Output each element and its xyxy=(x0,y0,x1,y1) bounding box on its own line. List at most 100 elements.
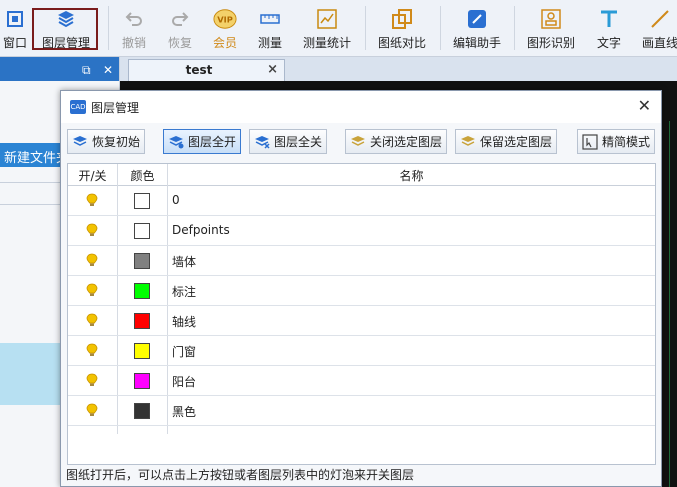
close-icon[interactable]: ✕ xyxy=(103,63,113,77)
toolbar-separator xyxy=(440,6,441,50)
undo-button[interactable]: 撤销 xyxy=(118,4,150,54)
layer-color-swatch[interactable] xyxy=(134,223,150,239)
vip-icon-text: VIP xyxy=(217,15,233,25)
all-layers-off-button[interactable]: 图层全关 xyxy=(249,129,327,154)
keep-selected-layers-label: 保留选定图层 xyxy=(479,135,552,149)
edit-assistant-button[interactable]: 编辑助手 xyxy=(450,4,504,54)
undo-icon xyxy=(122,7,146,31)
lightbulb-icon[interactable] xyxy=(86,313,98,327)
lightbulb-icon[interactable] xyxy=(86,193,98,207)
lightbulb-icon[interactable] xyxy=(86,283,98,297)
toolbar-separator xyxy=(365,6,366,50)
layer-name: 轴线 xyxy=(172,315,197,329)
table-row[interactable]: Defpoints xyxy=(68,216,655,246)
column-color: 颜色 xyxy=(130,169,155,183)
close-selected-layers-button[interactable]: 关闭选定图层 xyxy=(345,129,447,154)
window-icon xyxy=(3,7,27,31)
simple-mode-icon xyxy=(582,133,599,150)
tab-title: test xyxy=(185,63,213,77)
window-button[interactable]: 窗口 xyxy=(0,4,30,54)
restore-default-button[interactable]: 恢复初始 xyxy=(67,129,145,154)
compare-button[interactable]: 图纸对比 xyxy=(375,4,429,54)
vip-icon: VIP xyxy=(213,7,237,31)
text-icon xyxy=(597,7,621,31)
vip-label: 会员 xyxy=(212,36,237,50)
text-button[interactable]: 文字 xyxy=(593,4,625,54)
layer-color-swatch[interactable] xyxy=(134,373,150,389)
keep-selected-layers-button[interactable]: 保留选定图层 xyxy=(455,129,557,154)
layer-color-swatch[interactable] xyxy=(134,253,150,269)
layers-close-icon xyxy=(350,134,367,150)
table-row[interactable]: 轴线 xyxy=(68,306,655,336)
layer-name: 墙体 xyxy=(172,255,197,269)
layers-off-icon xyxy=(254,134,271,150)
app-icon: CAD xyxy=(70,100,86,114)
dialog-titlebar: CAD 图层管理 ✕ xyxy=(61,91,661,123)
lightbulb-icon[interactable] xyxy=(86,223,98,237)
document-tab-bar: test × xyxy=(120,57,677,81)
toolbar-separator xyxy=(108,6,109,50)
layer-name: Defpoints xyxy=(172,223,230,237)
table-row[interactable]: 标注 xyxy=(68,276,655,306)
edit-assistant-icon xyxy=(465,7,489,31)
table-row[interactable]: 墙体 xyxy=(68,246,655,276)
layer-manager-label: 图层管理 xyxy=(41,36,90,50)
measure-stats-button[interactable]: 测量统计 xyxy=(300,4,354,54)
main-toolbar: 窗口 图层管理 撤销 恢复 VIP 会员 测量 测量统计 图纸对比 编辑助手 图… xyxy=(0,0,677,57)
edit-assistant-label: 编辑助手 xyxy=(452,36,501,50)
toolbar-separator xyxy=(514,6,515,50)
tab-test[interactable]: test × xyxy=(128,59,285,81)
line-button[interactable]: 画直线 xyxy=(640,4,677,54)
layer-color-swatch[interactable] xyxy=(134,283,150,299)
table-row[interactable]: 门窗 xyxy=(68,336,655,366)
table-row[interactable]: 0 xyxy=(68,186,655,216)
window-label: 窗口 xyxy=(2,36,27,50)
table-row[interactable]: 黑色 xyxy=(68,396,655,426)
layer-manager-dialog: CAD 图层管理 ✕ 恢复初始 图层全开 图层全关 关闭选定图层 保留选定图层 … xyxy=(60,90,662,487)
measure-stats-icon xyxy=(315,7,339,31)
shape-recognition-button[interactable]: 图形识别 xyxy=(524,4,578,54)
shape-recognition-icon xyxy=(539,7,563,31)
close-selected-layers-label: 关闭选定图层 xyxy=(369,135,442,149)
layers-keep-icon xyxy=(460,134,477,150)
ruler-icon xyxy=(258,7,282,31)
layer-name: 标注 xyxy=(172,285,197,299)
restore-icon[interactable]: ⧉ xyxy=(82,63,91,78)
layer-color-swatch[interactable] xyxy=(134,403,150,419)
layer-name: 阳台 xyxy=(172,375,197,389)
lightbulb-icon[interactable] xyxy=(86,253,98,267)
layers-icon xyxy=(72,134,89,150)
layer-color-swatch[interactable] xyxy=(134,193,150,209)
column-toggle: 开/关 xyxy=(78,169,107,183)
line-label: 画直线 xyxy=(641,36,677,50)
redo-icon xyxy=(168,7,192,31)
measure-label: 测量 xyxy=(257,36,282,50)
tab-close-icon[interactable]: × xyxy=(267,62,278,77)
dialog-hint: 图纸打开后，可以点击上方按钮或者图层列表中的灯泡来开关图层 xyxy=(66,468,415,482)
layer-table-header: 开/关 颜色 名称 xyxy=(68,164,655,186)
simple-mode-button[interactable]: 精简模式 xyxy=(577,129,655,154)
text-label: 文字 xyxy=(596,36,621,50)
compare-icon xyxy=(390,7,414,31)
redo-label: 恢复 xyxy=(167,36,192,50)
dialog-title: 图层管理 xyxy=(91,101,140,115)
dialog-button-row: 恢复初始 图层全开 图层全关 关闭选定图层 保留选定图层 精简模式 xyxy=(61,127,661,157)
layer-name: 黑色 xyxy=(172,405,197,419)
line-icon xyxy=(648,7,672,31)
simple-mode-label: 精简模式 xyxy=(601,135,650,149)
lightbulb-icon[interactable] xyxy=(86,403,98,417)
measure-button[interactable]: 测量 xyxy=(254,4,286,54)
layer-color-swatch[interactable] xyxy=(134,343,150,359)
redo-button[interactable]: 恢复 xyxy=(164,4,196,54)
lightbulb-icon[interactable] xyxy=(86,343,98,357)
lightbulb-icon[interactable] xyxy=(86,373,98,387)
layer-manager-button[interactable]: 图层管理 xyxy=(38,4,94,54)
layer-color-swatch[interactable] xyxy=(134,313,150,329)
undo-label: 撤销 xyxy=(121,36,146,50)
vip-button[interactable]: VIP 会员 xyxy=(209,4,241,54)
all-layers-off-label: 图层全关 xyxy=(273,135,322,149)
dialog-close-icon[interactable]: ✕ xyxy=(638,96,651,115)
table-row[interactable]: 阳台 xyxy=(68,366,655,396)
column-name: 名称 xyxy=(399,169,424,183)
all-layers-on-button[interactable]: 图层全开 xyxy=(163,129,241,154)
